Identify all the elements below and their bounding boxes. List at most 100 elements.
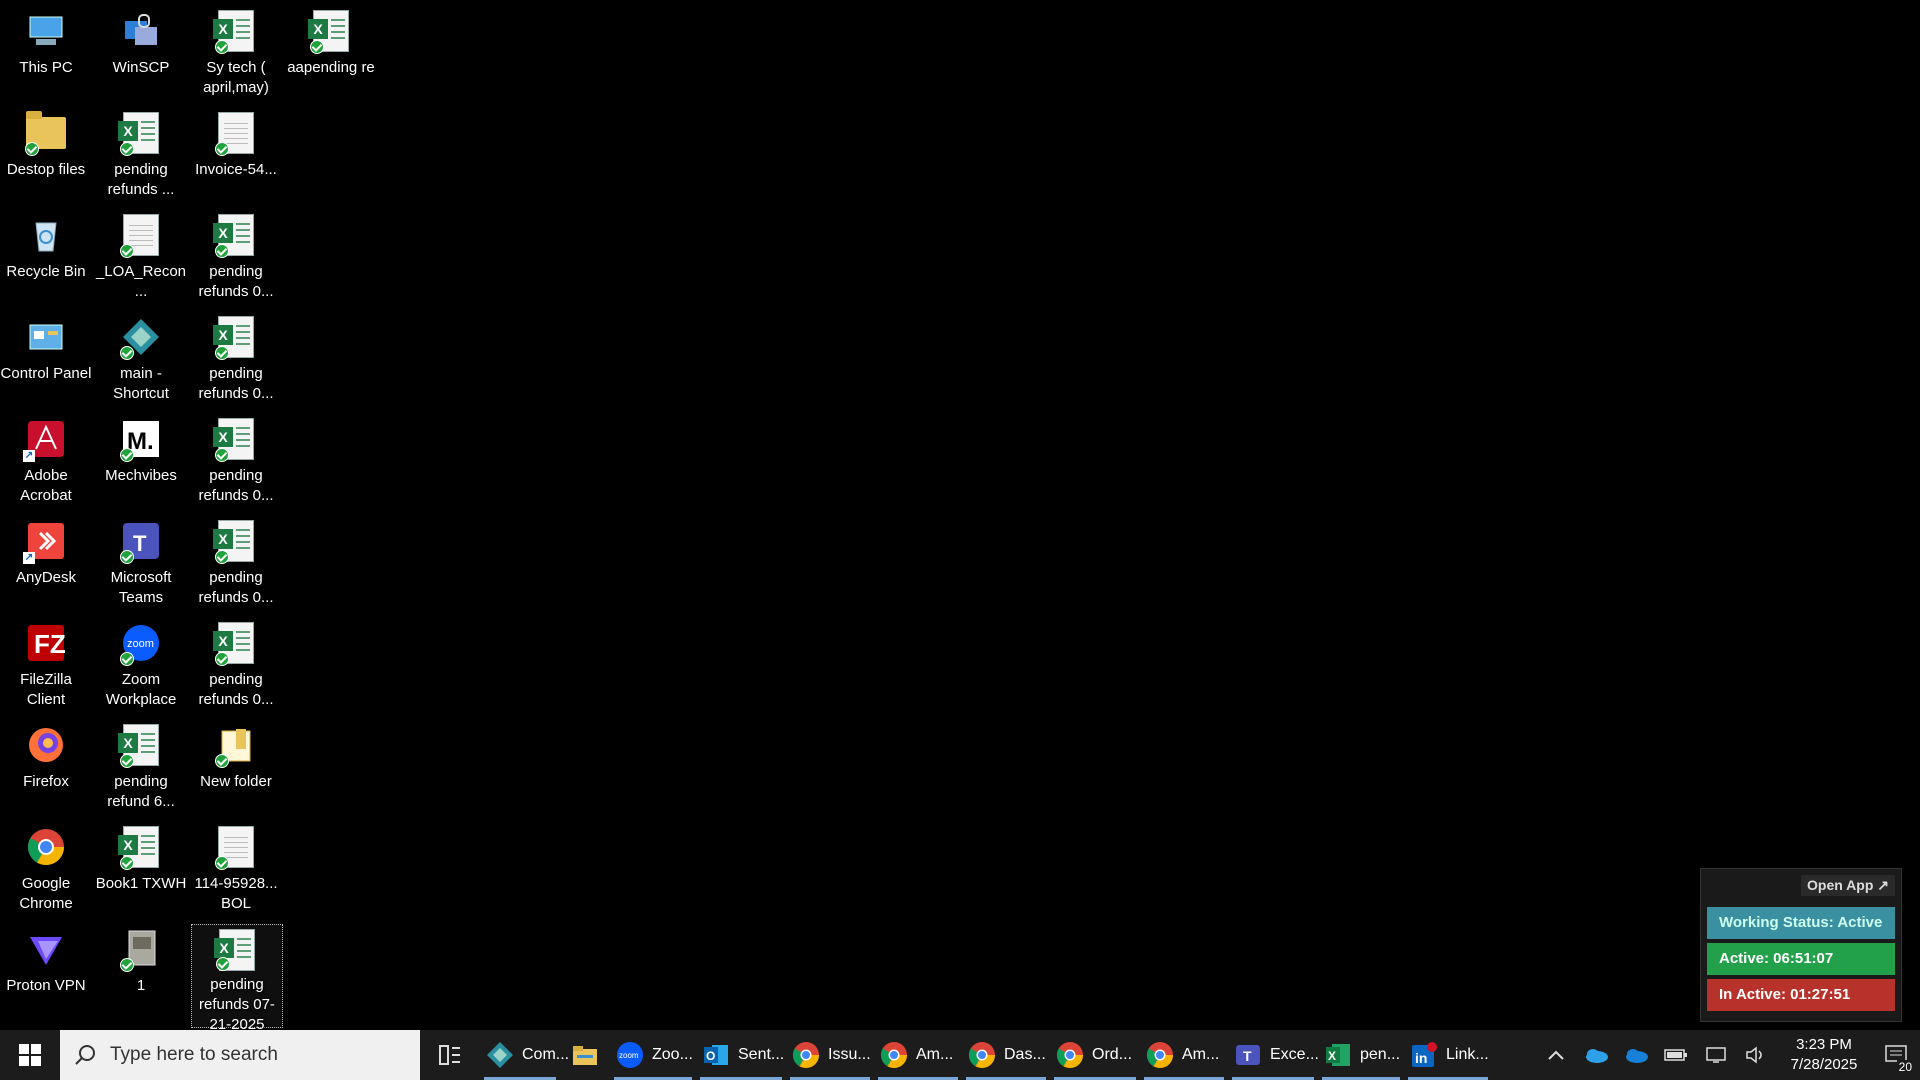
open-app-button[interactable]: Open App ↗	[1801, 875, 1895, 896]
desktop-icon-excel-file[interactable]: X pending refunds 0...	[190, 616, 282, 714]
desktop-icon-excel-file[interactable]: X pending refunds 0...	[190, 208, 282, 306]
taskbar-app-diamond[interactable]: Com...	[480, 1030, 569, 1080]
svg-text:FZ: FZ	[34, 629, 66, 659]
chrome-icon	[1056, 1042, 1084, 1069]
desktop-icon-excel-file-selected[interactable]: X pending refunds 07-21-2025	[191, 924, 283, 1033]
document-icon	[118, 212, 164, 258]
desktop-icon-main-shortcut[interactable]: main - Shortcut	[95, 310, 187, 408]
desktop-icon-zoom-workplace[interactable]: zoom Zoom Workplace	[95, 616, 187, 714]
time-tracker-widget: Open App ↗ Working Status: Active Active…	[1700, 868, 1902, 1022]
taskbar-app-teams[interactable]: T Exce...	[1228, 1030, 1319, 1080]
desktop-icon-adobe-acrobat[interactable]: ↗ Adobe Acrobat	[0, 412, 92, 510]
control-panel-icon	[23, 314, 69, 360]
taskbar-app-chrome[interactable]: Am...	[1140, 1030, 1228, 1080]
desktop-icon-excel-file[interactable]: X pending refund 6...	[95, 718, 187, 816]
taskbar-app-label: Issu...	[828, 1046, 871, 1063]
excel-file-icon: X	[213, 518, 259, 564]
search-icon	[75, 1045, 95, 1065]
icon-label: Book1 TXWH	[95, 875, 187, 892]
taskbar-app-chrome[interactable]: Ord...	[1050, 1030, 1140, 1080]
folder-icon	[23, 110, 69, 156]
desktop-icon-microsoft-teams[interactable]: T Microsoft Teams	[95, 514, 187, 612]
icon-label: Destop files	[6, 161, 86, 178]
desktop-icon-file-1[interactable]: 1	[95, 922, 187, 1020]
taskbar-app-chrome[interactable]: Das...	[962, 1030, 1050, 1080]
icon-label: pending refunds 0...	[198, 263, 274, 300]
taskbar-app-label: Link...	[1446, 1046, 1489, 1063]
desktop-icon-mechvibes[interactable]: M. Mechvibes	[95, 412, 187, 510]
sync-check-icon	[120, 652, 134, 666]
image-file-icon	[118, 926, 164, 972]
taskbar-app-outlook[interactable]: O Sent...	[696, 1030, 786, 1080]
sync-check-icon	[215, 448, 229, 462]
this-pc-icon	[23, 8, 69, 54]
desktop-icon-excel-file[interactable]: X aapending re	[285, 4, 377, 102]
desktop-icon-recycle-bin[interactable]: Recycle Bin	[0, 208, 92, 306]
desktop-icon-google-chrome[interactable]: Google Chrome	[0, 820, 92, 918]
volume-tray-button[interactable]	[1736, 1030, 1776, 1080]
desktop-icon-filezilla[interactable]: FZ FileZilla Client	[0, 616, 92, 714]
anydesk-icon: ↗	[23, 518, 69, 564]
svg-text:in: in	[1415, 1050, 1427, 1066]
svg-text:X: X	[1328, 1049, 1336, 1063]
sync-check-icon	[216, 957, 230, 971]
icon-label: Adobe Acrobat	[20, 467, 72, 504]
sync-check-icon	[120, 754, 134, 768]
svg-text:T: T	[1243, 1048, 1252, 1064]
taskbar-app-label: Am...	[916, 1046, 954, 1063]
taskbar-app-excel[interactable]: X pen...	[1318, 1030, 1404, 1080]
excel-file-icon: X	[308, 8, 354, 54]
desktop-icon-destop-files[interactable]: Destop files	[0, 106, 92, 204]
taskbar-search-box[interactable]: Type here to search	[60, 1030, 420, 1080]
network-tray-button[interactable]	[1696, 1030, 1736, 1080]
winscp-icon	[118, 8, 164, 54]
desktop-icon-proton-vpn[interactable]: Proton VPN	[0, 922, 92, 1020]
desktop-icon-excel-file[interactable]: X pending refunds 0...	[190, 412, 282, 510]
desktop-icon-document[interactable]: 114-95928... BOL	[190, 820, 282, 918]
system-tray: 3:23 PM 7/28/2025 20	[1536, 1030, 1920, 1080]
taskbar-app-chrome[interactable]: Am...	[874, 1030, 962, 1080]
taskbar-app-zoom[interactable]: zoom Zoo...	[610, 1030, 696, 1080]
desktop-icon-document[interactable]: _LOA_Recon...	[95, 208, 187, 306]
taskbar-app-file-explorer[interactable]	[560, 1030, 610, 1080]
desktop-icon-new-folder[interactable]: New folder	[190, 718, 282, 816]
onedrive-tray-button[interactable]	[1576, 1030, 1616, 1080]
chrome-icon	[23, 824, 69, 870]
desktop-icon-excel-file[interactable]: X Book1 TXWH	[95, 820, 187, 918]
taskbar-app-chrome[interactable]: Issu...	[786, 1030, 874, 1080]
desktop-icon-document[interactable]: Invoice-54...	[190, 106, 282, 204]
zoom-icon: zoom	[118, 620, 164, 666]
clock-time: 3:23 PM	[1796, 1036, 1852, 1053]
sync-check-icon	[120, 448, 134, 462]
notification-center-button[interactable]: 20	[1872, 1030, 1920, 1080]
desktop-icon-anydesk[interactable]: ↗ AnyDesk	[0, 514, 92, 612]
desktop-icon-excel-file[interactable]: X pending refunds 0...	[190, 310, 282, 408]
taskbar-app-label: Das...	[1004, 1046, 1046, 1063]
icon-label: pending refunds 0...	[198, 365, 274, 402]
show-hidden-icons-button[interactable]	[1536, 1030, 1576, 1080]
battery-tray-button[interactable]	[1656, 1030, 1696, 1080]
taskbar-clock[interactable]: 3:23 PM 7/28/2025	[1776, 1035, 1872, 1075]
desktop-icon-winscp[interactable]: WinSCP	[95, 4, 187, 102]
desktop-icon-excel-file[interactable]: X pending refunds 0...	[190, 514, 282, 612]
icon-label: pending refunds 0...	[198, 467, 274, 504]
sync-check-icon	[215, 550, 229, 564]
desktop-icon-excel-file[interactable]: X Sy tech ( april,may)	[190, 4, 282, 102]
windows-icon	[19, 1044, 41, 1066]
linkedin-icon: in	[1412, 1042, 1437, 1067]
svg-text:zoom: zoom	[127, 638, 154, 650]
excel-file-icon: X	[214, 929, 260, 971]
excel-file-icon: X	[118, 722, 164, 768]
desktop-icon-firefox[interactable]: Firefox	[0, 718, 92, 816]
desktop-icon-this-pc[interactable]: This PC	[0, 4, 92, 102]
onedrive-business-tray-button[interactable]	[1616, 1030, 1656, 1080]
excel-icon: X	[1326, 1044, 1350, 1066]
taskbar-app-linkedin[interactable]: in Link...	[1404, 1030, 1492, 1080]
desktop-icon-excel-file[interactable]: X pending refunds ...	[95, 106, 187, 204]
start-button[interactable]	[0, 1030, 60, 1080]
task-view-button[interactable]	[420, 1030, 480, 1080]
icon-label: AnyDesk	[15, 569, 77, 586]
svg-text:O: O	[706, 1049, 715, 1063]
desktop-icon-control-panel[interactable]: Control Panel	[0, 310, 92, 408]
outlook-icon: O	[704, 1045, 728, 1065]
